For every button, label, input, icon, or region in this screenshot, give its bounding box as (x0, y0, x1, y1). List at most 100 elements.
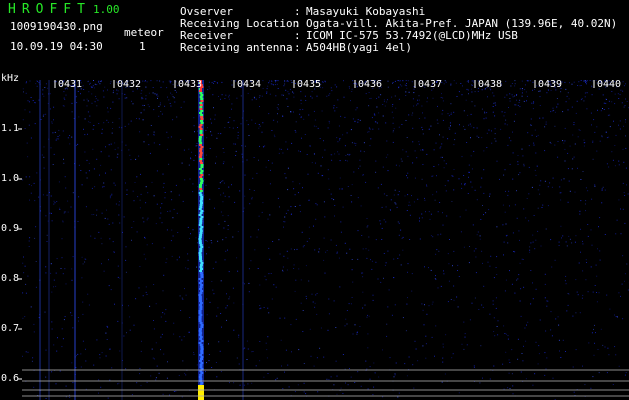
noise-dot (463, 246, 465, 248)
noise-dot (51, 328, 53, 330)
noise-dot (530, 124, 532, 125)
noise-dot (367, 347, 369, 349)
noise-dot (126, 97, 128, 99)
noise-dot (294, 391, 296, 393)
echo-segment (198, 294, 202, 296)
noise-dot (84, 118, 86, 120)
noise-dot (271, 130, 273, 131)
noise-dot (532, 89, 533, 91)
noise-dot (298, 150, 300, 152)
noise-dot (601, 189, 603, 191)
noise-dot (622, 255, 624, 257)
noise-dot (103, 270, 105, 272)
noise-dot (622, 148, 624, 150)
noise-dot (51, 212, 52, 214)
noise-dot (398, 86, 400, 88)
noise-dot (308, 199, 310, 201)
noise-dot (520, 288, 522, 290)
noise-dot (413, 86, 415, 88)
noise-dot (575, 279, 577, 281)
noise-dot (264, 145, 266, 147)
noise-dot (322, 87, 324, 89)
noise-dot (155, 377, 157, 379)
noise-dot (143, 253, 145, 255)
noise-dot (625, 119, 626, 121)
noise-dot (286, 98, 288, 100)
noise-dot (545, 330, 547, 332)
noise-dot (192, 191, 194, 193)
noise-dot (155, 342, 157, 344)
noise-dot (328, 379, 330, 381)
echo-segment (200, 382, 204, 384)
noise-dot (274, 136, 276, 138)
noise-dot (98, 379, 100, 381)
noise-dot (497, 320, 499, 322)
noise-dot (486, 147, 488, 148)
noise-dot (181, 396, 183, 398)
noise-dot (264, 275, 266, 277)
noise-dot (461, 156, 463, 158)
echo-segment (199, 234, 203, 236)
noise-dot (513, 120, 515, 122)
noise-dot (274, 84, 276, 86)
noise-dot (493, 365, 495, 367)
noise-dot (367, 388, 369, 390)
noise-dot (333, 384, 335, 386)
noise-dot (532, 282, 533, 284)
noise-dot (237, 137, 239, 139)
noise-dot (303, 245, 305, 247)
noise-dot (155, 223, 157, 225)
noise-dot (339, 286, 341, 288)
noise-dot (591, 124, 592, 126)
noise-dot (614, 314, 615, 316)
noise-dot (441, 93, 442, 95)
noise-dot (496, 226, 498, 228)
noise-dot (345, 382, 346, 384)
noise-dot (496, 274, 498, 275)
noise-dot (442, 346, 444, 348)
noise-dot (163, 247, 165, 249)
noise-dot (537, 189, 539, 191)
noise-dot (133, 221, 135, 222)
noise-dot (575, 349, 577, 351)
noise-dot (523, 100, 525, 102)
noise-dot (271, 83, 273, 85)
noise-dot (463, 175, 465, 176)
noise-dot (311, 162, 313, 164)
noise-dot (365, 360, 367, 362)
noise-dot (592, 140, 594, 142)
noise-dot (51, 291, 53, 293)
noise-dot (546, 305, 548, 307)
noise-dot (246, 340, 248, 342)
noise-dot (505, 333, 507, 335)
noise-dot (442, 119, 444, 121)
noise-dot (290, 324, 292, 326)
noise-dot (598, 292, 600, 294)
noise-dot (99, 174, 100, 176)
noise-dot (397, 257, 399, 259)
noise-dot (156, 365, 158, 367)
noise-dot (518, 274, 520, 276)
noise-dot (626, 184, 627, 186)
noise-dot (254, 122, 256, 124)
noise-dot (335, 244, 337, 246)
noise-dot (601, 202, 603, 204)
noise-dot (94, 237, 96, 239)
echo-peak (198, 385, 204, 400)
noise-dot (493, 317, 495, 319)
noise-dot (22, 317, 24, 319)
noise-dot (154, 93, 156, 95)
noise-dot (77, 353, 79, 355)
noise-dot (293, 111, 294, 113)
noise-dot (512, 178, 514, 180)
noise-dot (346, 323, 348, 325)
noise-dot (112, 222, 114, 224)
echo-segment (200, 94, 204, 96)
noise-dot (117, 147, 119, 149)
noise-dot (617, 93, 619, 95)
noise-dot (55, 272, 57, 274)
noise-dot (356, 333, 358, 335)
noise-dot (168, 163, 170, 165)
noise-dot (142, 295, 144, 297)
noise-dot (267, 85, 269, 87)
